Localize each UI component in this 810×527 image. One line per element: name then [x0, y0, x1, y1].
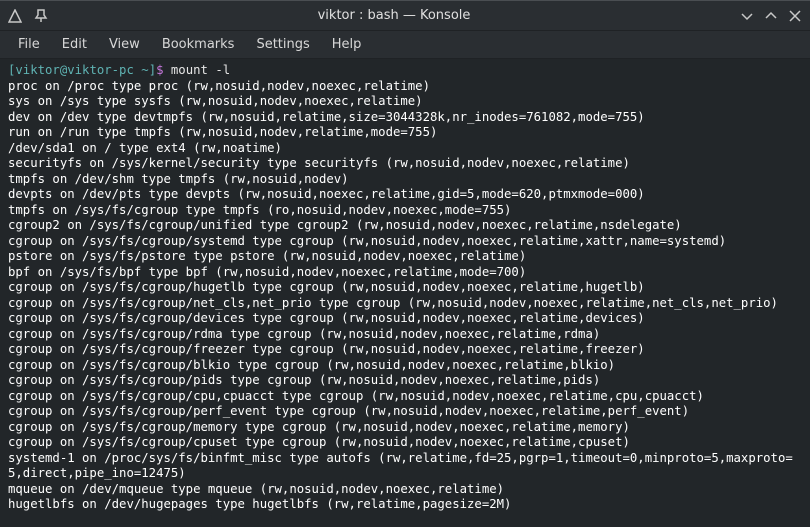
terminal-output-line: cgroup on /sys/fs/cgroup/rdma type cgrou…	[8, 327, 802, 343]
close-icon[interactable]	[788, 9, 802, 23]
terminal-output-line: /dev/sda1 on / type ext4 (rw,noatime)	[8, 141, 802, 157]
terminal-output-line: cgroup on /sys/fs/cgroup/freezer type cg…	[8, 342, 802, 358]
titlebar[interactable]: viktor : bash — Konsole	[0, 1, 810, 31]
menubar: File Edit View Bookmarks Settings Help	[0, 31, 810, 59]
terminal-output-line: cgroup on /sys/fs/cgroup/devices type cg…	[8, 311, 802, 327]
terminal-output-line: bpf on /sys/fs/bpf type bpf (rw,nosuid,n…	[8, 265, 802, 281]
terminal-output-line: securityfs on /sys/kernel/security type …	[8, 156, 802, 172]
prompt-user-host: viktor@viktor-pc	[15, 63, 133, 77]
menu-bookmarks[interactable]: Bookmarks	[152, 33, 245, 56]
pin-icon[interactable]	[34, 9, 48, 23]
konsole-window: viktor : bash — Konsole File Edit View B…	[0, 0, 810, 527]
window-title: viktor : bash — Konsole	[48, 8, 740, 23]
terminal-output-line: cgroup on /sys/fs/cgroup/net_cls,net_pri…	[8, 296, 802, 312]
maximize-icon[interactable]	[764, 9, 778, 23]
terminal-output-line: hugetlbfs on /dev/hugepages type hugetlb…	[8, 497, 802, 513]
titlebar-left-controls	[8, 9, 48, 23]
minimize-icon[interactable]	[740, 9, 754, 23]
terminal-output-line: tmpfs on /sys/fs/cgroup type tmpfs (ro,n…	[8, 203, 802, 219]
command-text: mount -l	[171, 63, 230, 77]
menu-view[interactable]: View	[99, 33, 150, 56]
terminal-output-line: cgroup on /sys/fs/cgroup/hugetlb type cg…	[8, 280, 802, 296]
prompt-close-bracket: ]	[149, 63, 156, 77]
terminal-output-line: cgroup on /sys/fs/cgroup/perf_event type…	[8, 404, 802, 420]
terminal-output-line: pstore on /sys/fs/pstore type pstore (rw…	[8, 249, 802, 265]
menu-help[interactable]: Help	[322, 33, 372, 56]
terminal-output-line: cgroup on /sys/fs/cgroup/cpuset type cgr…	[8, 435, 802, 451]
menu-edit[interactable]: Edit	[52, 33, 97, 56]
terminal-output-line: cgroup on /sys/fs/cgroup/cpu,cpuacct typ…	[8, 389, 802, 405]
terminal-output-line: cgroup on /sys/fs/cgroup/pids type cgrou…	[8, 373, 802, 389]
app-menu-icon[interactable]	[8, 9, 22, 23]
terminal-output-line: cgroup on /sys/fs/cgroup/systemd type cg…	[8, 234, 802, 250]
terminal-output-line: cgroup on /sys/fs/cgroup/blkio type cgro…	[8, 358, 802, 374]
terminal-output-line: tmpfs on /dev/shm type tmpfs (rw,nosuid,…	[8, 172, 802, 188]
terminal-output-line: proc on /proc type proc (rw,nosuid,nodev…	[8, 79, 802, 95]
terminal-viewport[interactable]: [viktor@viktor-pc ~]$ mount -lproc on /p…	[0, 59, 810, 527]
prompt-line: [viktor@viktor-pc ~]$ mount -l	[8, 63, 802, 79]
terminal-output-line: systemd-1 on /proc/sys/fs/binfmt_misc ty…	[8, 451, 802, 482]
prompt-dollar: $	[156, 63, 171, 77]
prompt-cwd: ~	[134, 63, 149, 77]
terminal-output-line: mqueue on /dev/mqueue type mqueue (rw,no…	[8, 482, 802, 498]
terminal-output-line: dev on /dev type devtmpfs (rw,nosuid,rel…	[8, 110, 802, 126]
menu-file[interactable]: File	[8, 33, 50, 56]
terminal-output-line: sys on /sys type sysfs (rw,nosuid,nodev,…	[8, 94, 802, 110]
terminal-output-line: cgroup on /sys/fs/cgroup/memory type cgr…	[8, 420, 802, 436]
terminal-output-line: run on /run type tmpfs (rw,nosuid,nodev,…	[8, 125, 802, 141]
terminal-output-line: cgroup2 on /sys/fs/cgroup/unified type c…	[8, 218, 802, 234]
menu-settings[interactable]: Settings	[246, 33, 319, 56]
terminal-output-line: devpts on /dev/pts type devpts (rw,nosui…	[8, 187, 802, 203]
titlebar-right-controls	[740, 9, 802, 23]
